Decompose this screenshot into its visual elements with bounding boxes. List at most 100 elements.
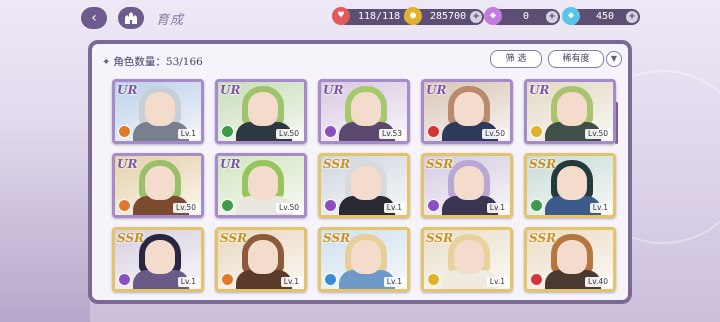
character-card[interactable]: UR Lv.53 [318,79,410,144]
character-card[interactable]: SSR Lv.1 [112,227,204,292]
level-label: Lv.1 [383,203,405,213]
fire-orange-element-icon [118,125,131,138]
light-yellow-element-icon [427,273,440,286]
character-card[interactable]: UR Lv.50 [215,153,307,218]
nature-green-element-icon [530,199,543,212]
coin-counter: ● 285700 + [404,7,485,25]
shadow-purple-element-icon [427,199,440,212]
rarity-badge: SSR [529,231,557,245]
portrait-face [454,240,484,274]
flame-red-element-icon [530,273,543,286]
level-label: Lv.50 [482,129,508,139]
level-label: Lv.1 [486,277,508,287]
sort-rarity-button[interactable]: 稀有度 [548,50,604,68]
diamond-value: 450 [595,11,615,22]
coin-icon: ● [404,7,422,25]
add-gems-button[interactable]: + [546,11,558,23]
portrait-face [145,92,175,126]
rarity-badge: UR [323,83,344,97]
chevron-down-icon: ▼ [610,54,618,63]
home-button[interactable] [118,7,144,29]
rarity-badge: UR [220,157,241,171]
shadow-purple-element-icon [324,199,337,212]
top-bar: ‹ 育成 ♥ 118/118 + ● 285700 + ◆ 0 + ◆ 450 … [0,0,720,36]
character-card[interactable]: SSR Lv.40 [524,227,616,292]
fire-orange-element-icon [221,273,234,286]
portrait-face [145,240,175,274]
shadow-purple-element-icon [324,125,337,138]
nature-green-element-icon [221,199,234,212]
fire-orange-element-icon [118,199,131,212]
level-label: Lv.40 [585,277,611,287]
rarity-badge: UR [426,83,447,97]
back-button[interactable]: ‹ [81,7,107,29]
panel-header: ✦ 角色数量：53/166 筛 选 稀有度 ▼ [92,44,628,76]
portrait-face [351,240,381,274]
level-label: Lv.50 [585,129,611,139]
rarity-badge: UR [117,83,138,97]
chevron-left-icon: ‹ [91,10,97,26]
character-count: ✦ 角色数量：53/166 [102,54,203,69]
character-card[interactable]: SSR Lv.1 [524,153,616,218]
character-card[interactable]: SSR Lv.1 [318,153,410,218]
rarity-badge: SSR [220,231,248,245]
rarity-badge: UR [220,83,241,97]
nature-green-element-icon [221,125,234,138]
level-label: Lv.50 [173,203,199,213]
sparkle-icon: ✦ [102,57,111,68]
character-card[interactable]: UR Lv.50 [421,79,513,144]
rarity-badge: SSR [323,231,351,245]
portrait-face [351,166,381,200]
character-card[interactable]: SSR Lv.1 NEW [318,227,410,292]
portrait-face [454,166,484,200]
sort-order-toggle[interactable]: ▼ [606,51,622,67]
coin-value: 285700 [430,11,467,22]
level-label: Lv.1 [280,277,302,287]
character-card[interactable]: SSR Lv.1 [421,227,513,292]
add-coins-button[interactable]: + [470,11,483,23]
rarity-badge: UR [117,157,138,171]
character-card[interactable]: UR Lv.50 [112,153,204,218]
water-blue-element-icon [324,273,337,286]
level-label: Lv.1 [589,203,611,213]
portrait-face [248,92,278,126]
light-yellow-element-icon [530,125,543,138]
portrait-face [248,166,278,200]
character-card[interactable]: SSR Lv.1 [421,153,513,218]
flame-red-element-icon [427,125,440,138]
level-label: Lv.1 [383,277,405,287]
portrait-face [145,166,175,200]
character-card[interactable]: SSR Lv.1 [215,227,307,292]
background-castle [0,122,90,322]
filter-button[interactable]: 筛 选 [490,50,542,68]
character-count-label: 角色数量：53/166 [113,56,203,68]
new-badge: NEW [387,227,408,230]
character-card[interactable]: UR Lv.1 [112,79,204,144]
portrait-face [454,92,484,126]
level-label: Lv.1 [486,203,508,213]
portrait-face [248,240,278,274]
castle-icon [125,11,137,24]
stamina-icon: ♥ [332,7,350,25]
shadow-purple-element-icon [118,273,131,286]
rarity-badge: SSR [529,157,557,171]
character-panel: ✦ 角色数量：53/166 筛 选 稀有度 ▼ UR Lv.1 UR Lv.50 UR Lv… [88,40,632,304]
level-label: Lv.1 [177,129,199,139]
page-title: 育成 [156,13,185,28]
character-card[interactable]: UR Lv.50 [524,79,616,144]
rarity-badge: SSR [426,157,454,171]
stamina-value: 118/118 [358,11,401,22]
portrait-face [557,166,587,200]
character-card[interactable]: UR Lv.50 [215,79,307,144]
diamond-counter: ◆ 450 + [562,7,640,25]
level-label: Lv.50 [276,129,302,139]
rarity-badge: SSR [117,231,145,245]
level-label: Lv.1 [177,277,199,287]
rarity-badge: SSR [323,157,351,171]
diamond-icon: ◆ [562,7,580,25]
rarity-badge: UR [529,83,550,97]
level-label: Lv.53 [379,129,405,139]
add-diamonds-button[interactable]: + [626,11,638,23]
gem-value: 0 [522,11,530,22]
purple-gem-icon: ◆ [484,7,502,25]
